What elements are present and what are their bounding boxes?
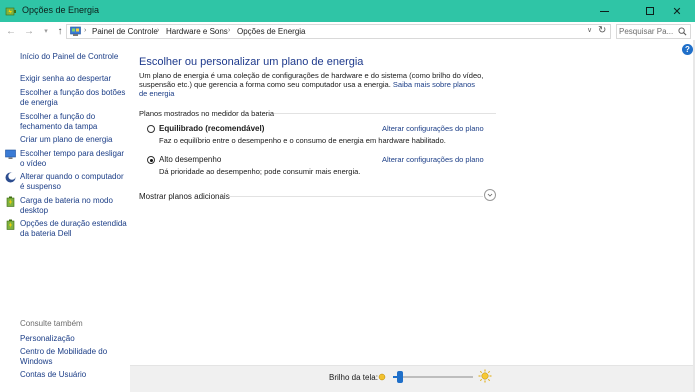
up-icon: ↑ [57,25,63,37]
plan-desc-high-performance: Dá prioridade ao desempenho; pode consum… [159,167,361,176]
more-plans-divider [228,196,483,197]
forward-icon: → [24,25,34,37]
breadcrumb-separator: › [157,27,160,34]
help-icon[interactable]: ? [682,44,693,55]
sidebar-link-create-plan[interactable]: Criar um plano de energia [20,135,130,145]
sidebar-link-password[interactable]: Exigir senha ao despertar [20,74,130,84]
chevron-down-icon[interactable] [484,189,496,201]
sidebar-link-home[interactable]: Início do Painel de Controle [20,52,130,62]
plan-name-high-performance[interactable]: Alto desempenho [159,155,221,164]
see-also-title: Consulte também [20,319,83,328]
sidebar-link-lid[interactable]: Escolher a função do fechamento da tampa [20,112,130,132]
power-options-icon [5,7,16,16]
sun-bright-icon [478,369,492,383]
moon-icon [5,172,16,183]
window-title: Opções de Energia [22,5,100,15]
section-divider [274,113,496,114]
search-icon[interactable] [678,27,687,36]
sidebar-link-sleep[interactable]: Alterar quando o computador é suspenso [20,172,130,192]
close-icon: ✕ [672,5,682,18]
brightness-slider[interactable] [393,370,475,384]
refresh-icon[interactable]: ↻ [598,25,606,36]
search-box[interactable] [616,24,691,39]
minimize-icon [599,10,609,12]
monitor-icon [5,149,16,159]
sidebar-link-mobility-center[interactable]: Centro de Mobilidade do Windows [20,347,130,367]
chevron-down-icon[interactable]: ∨ [587,26,592,34]
sidebar-link-user-accounts[interactable]: Contas de Usuário [20,370,130,380]
plan-radio-high-performance[interactable] [147,156,155,164]
sidebar-link-dell-battery[interactable]: Opções de duração estendida da bateria D… [20,219,130,239]
slider-thumb[interactable] [397,371,403,383]
address-bar[interactable]: › Painel de Controle › Hardware e Sons ›… [66,24,611,39]
intro-text: Um plano de energia é uma coleção de con… [139,71,484,98]
sidebar-link-battery-desktop[interactable]: Carga de bateria no modo desktop [20,196,130,216]
section-title: Planos mostrados no medidor da bateria [139,109,275,118]
page-title: Escolher ou personalizar um plano de ene… [139,56,364,68]
show-additional-plans[interactable]: Mostrar planos adicionais [139,192,230,201]
recent-icon: ▾ [44,28,48,35]
address-row: ← → ▾ ↑ › Painel de Controle › Hardware … [0,22,695,40]
search-input[interactable] [619,26,679,37]
sidebar-link-power-buttons[interactable]: Escolher a função dos botões de energia [20,88,130,108]
back-button[interactable]: ← [4,24,18,38]
brightness-label: Brilho da tela: [329,373,378,382]
back-icon: ← [6,25,16,37]
up-button[interactable]: ↑ [53,24,67,38]
plan-radio-balanced[interactable] [147,125,155,133]
sun-dim-icon [378,373,386,381]
breadcrumb-separator: › [228,27,231,34]
plan-name-balanced[interactable]: Equilibrado (recomendável) [159,124,264,133]
maximize-icon [646,7,654,15]
control-panel-icon [70,26,81,36]
battery-icon [6,219,15,230]
change-plan-settings-link[interactable]: Alterar configurações do plano [382,124,484,133]
sidebar-link-personalization[interactable]: Personalização [20,334,130,344]
breadcrumb-energia[interactable]: Opções de Energia [237,27,306,36]
breadcrumb-painel[interactable]: Painel de Controle [92,27,158,36]
forward-button[interactable]: → [22,24,36,38]
plan-desc-balanced: Faz o equilíbrio entre o desempenho e o … [159,136,446,145]
change-plan-settings-link[interactable]: Alterar configurações do plano [382,155,484,164]
close-button[interactable]: ✕ [659,0,695,22]
recent-locations-button[interactable]: ▾ [39,24,53,38]
breadcrumb-separator: › [84,27,87,34]
breadcrumb-hardware[interactable]: Hardware e Sons [166,27,228,36]
sidebar-link-display-off[interactable]: Escolher tempo para desligar o vídeo [20,149,130,169]
minimize-button[interactable] [586,0,622,22]
battery-icon [6,196,15,207]
slider-track [393,376,473,378]
title-bar: Opções de Energia ✕ [0,0,695,22]
